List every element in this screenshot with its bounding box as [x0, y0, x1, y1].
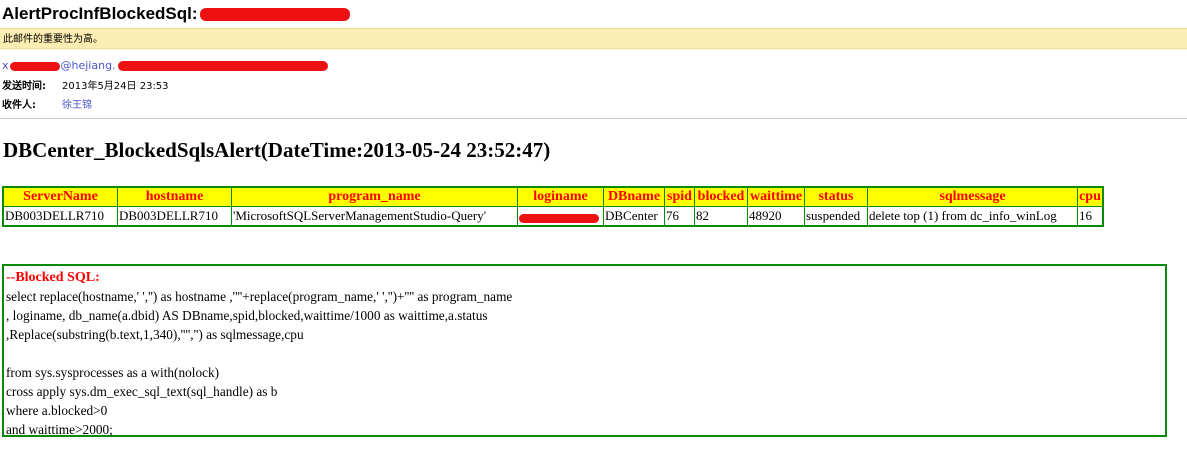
cell-blocked: 82	[694, 206, 748, 227]
recipient-label: 收件人:	[2, 100, 36, 111]
redaction-mark	[9, 61, 60, 71]
sql-line: and waittime>2000;	[6, 422, 113, 437]
col-hostname: hostname	[117, 186, 232, 207]
col-dbname: DBname	[603, 186, 665, 207]
sql-line: ​	[6, 344, 1163, 363]
redaction-mark	[199, 8, 350, 22]
col-cpu: cpu	[1077, 186, 1104, 207]
col-spid: spid	[664, 186, 695, 207]
blocked-sql-panel: --Blocked SQL: select replace(hostname,' …	[2, 264, 1167, 437]
cell-loginame	[517, 206, 604, 227]
col-program-name: program_name	[231, 186, 518, 207]
cell-hostname: DB003DELLR710	[117, 206, 232, 227]
report-title: DBCenter_BlockedSqlsAlert(DateTime:2013-…	[3, 138, 551, 162]
sent-label: 发送时间:	[2, 81, 46, 92]
cell-dbname: DBCenter	[603, 206, 665, 227]
sql-line: ,Replace(substring(b.text,1,340),'''',''…	[6, 327, 304, 342]
col-sqlmessage: sqlmessage	[867, 186, 1078, 207]
col-status: status	[804, 186, 868, 207]
sql-line: , loginame, db_name(a.dbid) AS DBname,sp…	[6, 308, 488, 323]
cell-program-name: 'MicrosoftSQLServerManagementStudio-Quer…	[231, 206, 518, 227]
sql-line: select replace(hostname,' ','') as hostn…	[6, 289, 513, 304]
col-blocked: blocked	[694, 186, 748, 207]
header-divider	[0, 118, 1187, 119]
redaction-mark	[519, 213, 599, 223]
sent-time-row: 发送时间: 2013年5月24日 23:53	[2, 80, 169, 94]
importance-text: 此邮件的重要性为高。	[3, 34, 103, 45]
importance-banner: 此邮件的重要性为高。	[0, 28, 1187, 49]
sql-heading: --Blocked SQL:	[6, 270, 100, 285]
table-row: DB003DELLR710 DB003DELLR710 'MicrosoftSQ…	[2, 206, 1104, 227]
redaction-mark	[117, 61, 328, 71]
cell-spid: 76	[664, 206, 695, 227]
col-waittime: waittime	[747, 186, 805, 207]
cell-servername: DB003DELLR710	[2, 206, 118, 227]
blocked-sql-table: ServerName hostname program_name loginam…	[2, 186, 1104, 227]
email-subject: AlertProcInfBlockedSql:	[2, 2, 350, 26]
sql-line: from sys.sysprocesses as a with(nolock)	[6, 365, 220, 380]
sender-line[interactable]: x @hejiang.	[2, 58, 328, 74]
col-loginame: loginame	[517, 186, 604, 207]
cell-status: suspended	[804, 206, 868, 227]
sender-domain: @hejiang.	[60, 59, 116, 72]
recipient-row: 收件人: 徐王锦	[2, 99, 92, 113]
recipient-value[interactable]: 徐王锦	[62, 100, 92, 111]
sent-value: 2013年5月24日 23:53	[62, 81, 169, 92]
col-servername: ServerName	[2, 186, 118, 207]
sql-line: cross apply sys.dm_exec_sql_text(sql_han…	[6, 384, 278, 399]
sender-prefix: x	[2, 59, 9, 72]
cell-waittime: 48920	[747, 206, 805, 227]
subject-text: AlertProcInfBlockedSql:	[2, 4, 198, 23]
cell-cpu: 16	[1077, 206, 1104, 227]
sql-line: where a.blocked>0	[6, 403, 108, 418]
cell-sqlmessage: delete top (1) from dc_info_winLog	[867, 206, 1078, 227]
table-header-row: ServerName hostname program_name loginam…	[2, 186, 1104, 207]
